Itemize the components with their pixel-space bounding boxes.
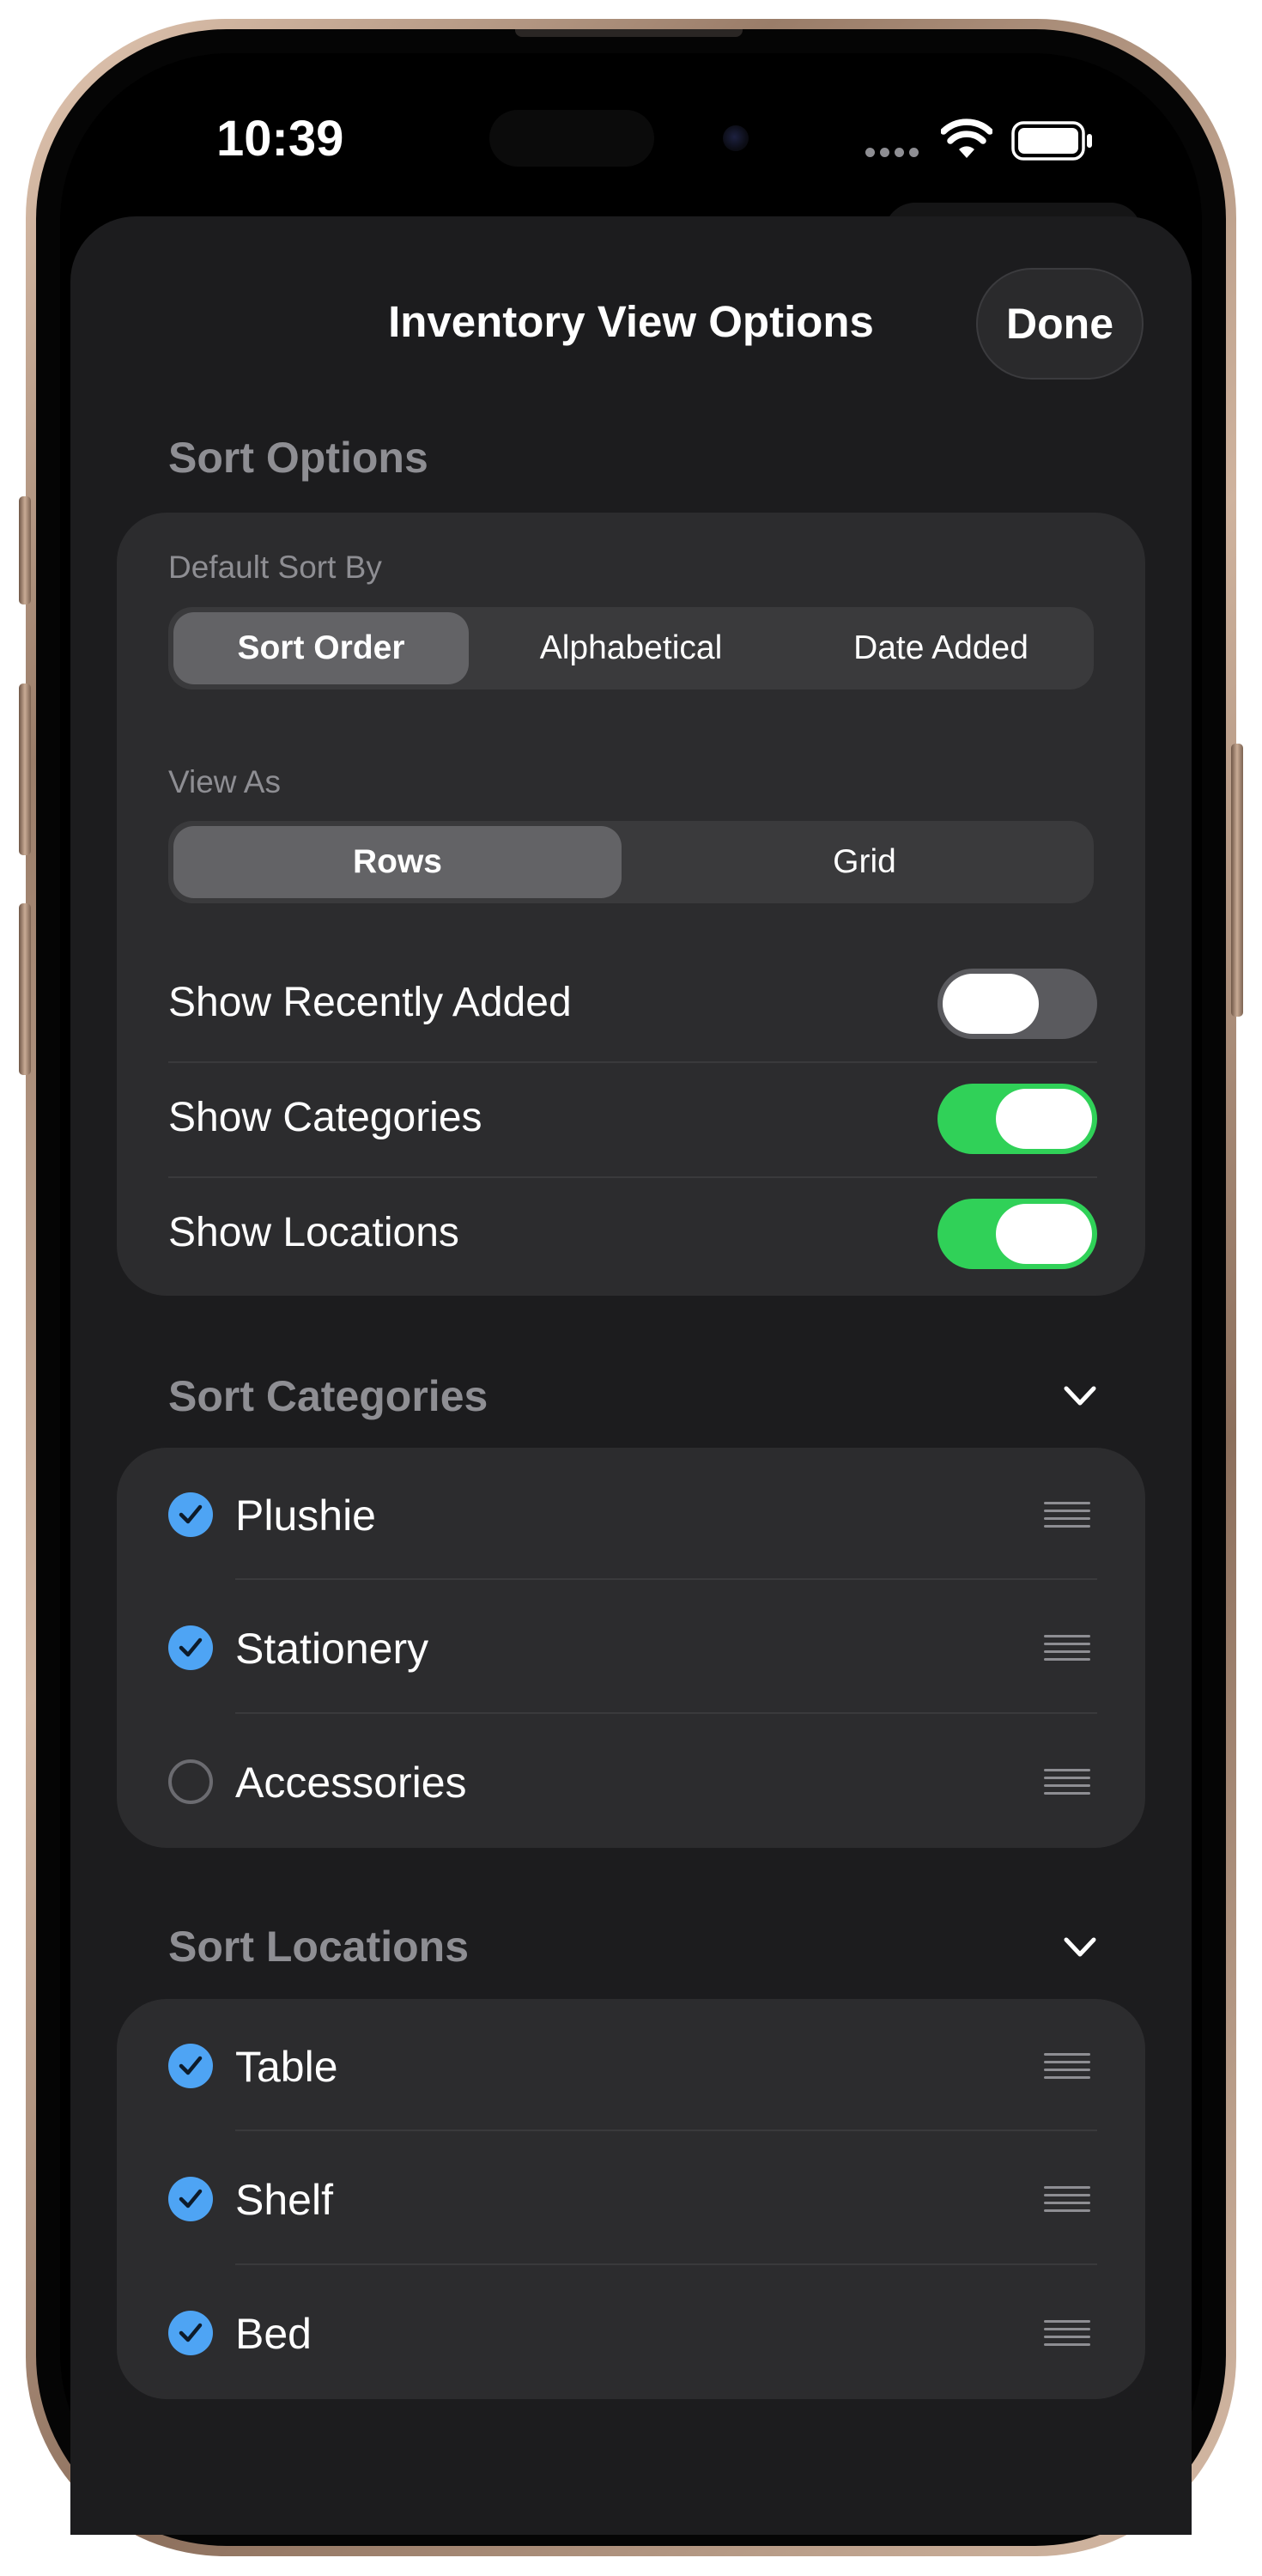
segment-grid[interactable]: Grid xyxy=(640,826,1089,898)
category-item-label: Plushie xyxy=(235,1492,376,1540)
show-locations-toggle[interactable] xyxy=(937,1199,1097,1269)
wifi-icon xyxy=(941,118,992,158)
location-item-label: Shelf xyxy=(235,2176,333,2224)
front-camera xyxy=(723,125,749,151)
segment-rows[interactable]: Rows xyxy=(173,826,622,898)
drag-handle-icon[interactable] xyxy=(1044,2319,1090,2347)
drag-handle-icon[interactable] xyxy=(1044,1768,1090,1795)
drag-handle-icon[interactable] xyxy=(1044,1501,1090,1528)
row-divider xyxy=(235,1712,1097,1714)
category-item-label: Accessories xyxy=(235,1759,467,1807)
segment-sort-order[interactable]: Sort Order xyxy=(173,612,469,684)
row-divider xyxy=(235,1578,1097,1580)
drag-handle-icon[interactable] xyxy=(1044,2185,1090,2213)
chevron-down-icon[interactable] xyxy=(1063,1936,1097,1959)
location-item-label: Table xyxy=(235,2043,338,2091)
sheet-title: Inventory View Options xyxy=(388,297,874,346)
cellular-signal-icon xyxy=(865,148,919,158)
row-divider xyxy=(168,1061,1097,1063)
default-sort-segmented-control: Sort Order Alphabetical Date Added xyxy=(168,607,1094,690)
drag-handle-icon[interactable] xyxy=(1044,1634,1090,1662)
speaker-slot xyxy=(515,29,743,37)
checkmark-icon[interactable] xyxy=(168,2044,213,2088)
sort-categories-header[interactable]: Sort Categories xyxy=(168,1371,488,1421)
empty-circle-icon[interactable] xyxy=(168,1759,213,1804)
status-time: 10:39 xyxy=(216,111,344,167)
show-recently-added-label: Show Recently Added xyxy=(168,980,572,1025)
volume-up-button xyxy=(19,683,31,855)
view-as-label: View As xyxy=(168,764,281,799)
checkmark-icon[interactable] xyxy=(168,1492,213,1537)
row-divider xyxy=(235,2263,1097,2265)
power-button xyxy=(1231,744,1243,1017)
sort-locations-header[interactable]: Sort Locations xyxy=(168,1922,469,1971)
chevron-down-icon[interactable] xyxy=(1063,1385,1097,1407)
done-button[interactable]: Done xyxy=(976,268,1144,380)
segment-alphabetical[interactable]: Alphabetical xyxy=(484,612,778,684)
checkmark-icon[interactable] xyxy=(168,2311,213,2355)
toggle-knob xyxy=(943,974,1039,1034)
checkmark-icon[interactable] xyxy=(168,2177,213,2221)
segment-date-added[interactable]: Date Added xyxy=(793,612,1089,684)
show-locations-label: Show Locations xyxy=(168,1210,459,1255)
view-as-segmented-control: Rows Grid xyxy=(168,821,1094,903)
drag-handle-icon[interactable] xyxy=(1044,2052,1090,2080)
toggle-knob xyxy=(996,1204,1092,1264)
volume-down-button xyxy=(19,903,31,1075)
category-item-label: Stationery xyxy=(235,1625,429,1673)
show-recently-added-toggle[interactable] xyxy=(937,969,1097,1039)
row-divider xyxy=(235,2129,1097,2131)
show-categories-label: Show Categories xyxy=(168,1095,482,1140)
toggle-knob xyxy=(996,1089,1092,1149)
show-categories-toggle[interactable] xyxy=(937,1084,1097,1154)
action-button xyxy=(19,496,31,605)
location-item-label: Bed xyxy=(235,2310,312,2358)
default-sort-label: Default Sort By xyxy=(168,550,382,585)
checkmark-icon[interactable] xyxy=(168,1625,213,1670)
row-divider xyxy=(168,1176,1097,1178)
sort-options-header: Sort Options xyxy=(168,434,428,482)
dynamic-island xyxy=(489,110,654,167)
battery-icon xyxy=(1011,121,1092,161)
